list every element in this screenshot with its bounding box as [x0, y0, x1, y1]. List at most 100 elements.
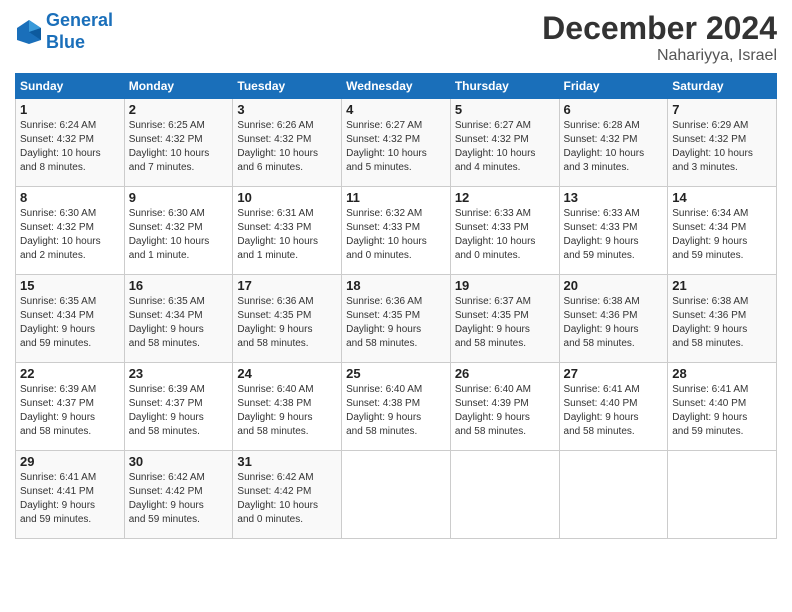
- day-number: 20: [564, 278, 664, 293]
- day-info: Sunrise: 6:27 AM Sunset: 4:32 PM Dayligh…: [455, 119, 555, 175]
- header-cell-thursday: Thursday: [450, 74, 559, 99]
- day-cell: 11 Sunrise: 6:32 AM Sunset: 4:33 PM Dayli…: [342, 187, 451, 275]
- day-cell: [559, 451, 668, 539]
- day-info: Sunrise: 6:26 AM Sunset: 4:32 PM Dayligh…: [237, 119, 337, 175]
- day-info: Sunrise: 6:37 AM Sunset: 4:35 PM Dayligh…: [455, 295, 555, 351]
- day-cell: 19Sunrise: 6:37 AM Sunset: 4:35 PM Dayli…: [450, 275, 559, 363]
- header-cell-monday: Monday: [124, 74, 233, 99]
- day-number: 6: [564, 102, 664, 117]
- day-info: Sunrise: 6:36 AM Sunset: 4:35 PM Dayligh…: [237, 295, 337, 351]
- day-info: Sunrise: 6:29 AM Sunset: 4:32 PM Dayligh…: [672, 119, 772, 175]
- day-info: Sunrise: 6:27 AM Sunset: 4:32 PM Dayligh…: [346, 119, 446, 175]
- day-info: Sunrise: 6:39 AM Sunset: 4:37 PM Dayligh…: [129, 383, 229, 439]
- day-cell: 23 Sunrise: 6:39 AM Sunset: 4:37 PM Dayli…: [124, 363, 233, 451]
- day-cell: 31 Sunrise: 6:42 AM Sunset: 4:42 PM Dayli…: [233, 451, 342, 539]
- day-cell: 17 Sunrise: 6:36 AM Sunset: 4:35 PM Dayli…: [233, 275, 342, 363]
- day-cell: 7 Sunrise: 6:29 AM Sunset: 4:32 PM Daylig…: [668, 99, 777, 187]
- day-cell: 12Sunrise: 6:33 AM Sunset: 4:33 PM Dayli…: [450, 187, 559, 275]
- header-cell-friday: Friday: [559, 74, 668, 99]
- day-number: 4: [346, 102, 446, 117]
- location: Nahariyya, Israel: [542, 47, 777, 65]
- day-cell: 6 Sunrise: 6:28 AM Sunset: 4:32 PM Daylig…: [559, 99, 668, 187]
- day-cell: 5Sunrise: 6:27 AM Sunset: 4:32 PM Daylig…: [450, 99, 559, 187]
- day-number: 31: [237, 454, 337, 469]
- day-info: Sunrise: 6:39 AM Sunset: 4:37 PM Dayligh…: [20, 383, 120, 439]
- day-info: Sunrise: 6:40 AM Sunset: 4:38 PM Dayligh…: [237, 383, 337, 439]
- day-number: 1: [20, 102, 120, 117]
- day-cell: 13Sunrise: 6:33 AM Sunset: 4:33 PM Dayli…: [559, 187, 668, 275]
- header-cell-wednesday: Wednesday: [342, 74, 451, 99]
- day-number: 7: [672, 102, 772, 117]
- day-number: 25: [346, 366, 446, 381]
- logo-line1: General: [46, 10, 113, 30]
- day-number: 26: [455, 366, 555, 381]
- day-number: 17: [237, 278, 337, 293]
- day-number: 8: [20, 190, 120, 205]
- day-info: Sunrise: 6:35 AM Sunset: 4:34 PM Dayligh…: [20, 295, 120, 351]
- day-number: 23: [129, 366, 229, 381]
- day-info: Sunrise: 6:41 AM Sunset: 4:40 PM Dayligh…: [564, 383, 664, 439]
- day-cell: 22Sunrise: 6:39 AM Sunset: 4:37 PM Dayli…: [16, 363, 125, 451]
- header-cell-saturday: Saturday: [668, 74, 777, 99]
- day-info: Sunrise: 6:38 AM Sunset: 4:36 PM Dayligh…: [672, 295, 772, 351]
- day-number: 27: [564, 366, 664, 381]
- day-cell: 9Sunrise: 6:30 AM Sunset: 4:32 PM Daylig…: [124, 187, 233, 275]
- month-title: December 2024: [542, 10, 777, 47]
- day-info: Sunrise: 6:38 AM Sunset: 4:36 PM Dayligh…: [564, 295, 664, 351]
- day-number: 12: [455, 190, 555, 205]
- day-number: 3: [237, 102, 337, 117]
- day-info: Sunrise: 6:41 AM Sunset: 4:40 PM Dayligh…: [672, 383, 772, 439]
- header-cell-sunday: Sunday: [16, 74, 125, 99]
- calendar-header: SundayMondayTuesdayWednesdayThursdayFrid…: [16, 74, 777, 99]
- logo-icon: [15, 18, 43, 46]
- day-info: Sunrise: 6:28 AM Sunset: 4:32 PM Dayligh…: [564, 119, 664, 175]
- day-cell: 14 Sunrise: 6:34 AM Sunset: 4:34 PM Dayli…: [668, 187, 777, 275]
- day-cell: 28 Sunrise: 6:41 AM Sunset: 4:40 PM Dayli…: [668, 363, 777, 451]
- header-cell-tuesday: Tuesday: [233, 74, 342, 99]
- day-cell: 15 Sunrise: 6:35 AM Sunset: 4:34 PM Dayli…: [16, 275, 125, 363]
- day-number: 30: [129, 454, 229, 469]
- logo: General Blue: [15, 10, 113, 53]
- day-number: 28: [672, 366, 772, 381]
- day-number: 14: [672, 190, 772, 205]
- day-cell: 27 Sunrise: 6:41 AM Sunset: 4:40 PM Dayli…: [559, 363, 668, 451]
- logo-line2: Blue: [46, 32, 85, 52]
- day-number: 29: [20, 454, 120, 469]
- logo-text: General Blue: [46, 10, 113, 53]
- day-cell: 30 Sunrise: 6:42 AM Sunset: 4:42 PM Dayli…: [124, 451, 233, 539]
- day-cell: 2Sunrise: 6:25 AM Sunset: 4:32 PM Daylig…: [124, 99, 233, 187]
- day-cell: 4 Sunrise: 6:27 AM Sunset: 4:32 PM Daylig…: [342, 99, 451, 187]
- day-info: Sunrise: 6:36 AM Sunset: 4:35 PM Dayligh…: [346, 295, 446, 351]
- title-area: December 2024 Nahariyya, Israel: [542, 10, 777, 65]
- day-info: Sunrise: 6:30 AM Sunset: 4:32 PM Dayligh…: [129, 207, 229, 263]
- day-cell: 21 Sunrise: 6:38 AM Sunset: 4:36 PM Dayli…: [668, 275, 777, 363]
- day-info: Sunrise: 6:32 AM Sunset: 4:33 PM Dayligh…: [346, 207, 446, 263]
- day-info: Sunrise: 6:42 AM Sunset: 4:42 PM Dayligh…: [129, 471, 229, 527]
- day-number: 11: [346, 190, 446, 205]
- day-cell: [342, 451, 451, 539]
- day-info: Sunrise: 6:40 AM Sunset: 4:39 PM Dayligh…: [455, 383, 555, 439]
- day-cell: 26 Sunrise: 6:40 AM Sunset: 4:39 PM Dayli…: [450, 363, 559, 451]
- day-info: Sunrise: 6:31 AM Sunset: 4:33 PM Dayligh…: [237, 207, 337, 263]
- week-row-1: 1Sunrise: 6:24 AM Sunset: 4:32 PM Daylig…: [16, 99, 777, 187]
- calendar-table: SundayMondayTuesdayWednesdayThursdayFrid…: [15, 73, 777, 539]
- day-cell: 20 Sunrise: 6:38 AM Sunset: 4:36 PM Dayli…: [559, 275, 668, 363]
- week-row-4: 22Sunrise: 6:39 AM Sunset: 4:37 PM Dayli…: [16, 363, 777, 451]
- day-info: Sunrise: 6:42 AM Sunset: 4:42 PM Dayligh…: [237, 471, 337, 527]
- day-cell: 8 Sunrise: 6:30 AM Sunset: 4:32 PM Daylig…: [16, 187, 125, 275]
- day-cell: 1Sunrise: 6:24 AM Sunset: 4:32 PM Daylig…: [16, 99, 125, 187]
- header: General Blue December 2024 Nahariyya, Is…: [15, 10, 777, 65]
- day-cell: 18Sunrise: 6:36 AM Sunset: 4:35 PM Dayli…: [342, 275, 451, 363]
- day-cell: [668, 451, 777, 539]
- day-cell: [450, 451, 559, 539]
- main-container: General Blue December 2024 Nahariyya, Is…: [0, 0, 792, 549]
- day-info: Sunrise: 6:30 AM Sunset: 4:32 PM Dayligh…: [20, 207, 120, 263]
- day-number: 21: [672, 278, 772, 293]
- day-cell: 24 Sunrise: 6:40 AM Sunset: 4:38 PM Dayli…: [233, 363, 342, 451]
- day-cell: 10Sunrise: 6:31 AM Sunset: 4:33 PM Dayli…: [233, 187, 342, 275]
- day-number: 15: [20, 278, 120, 293]
- calendar-body: 1Sunrise: 6:24 AM Sunset: 4:32 PM Daylig…: [16, 99, 777, 539]
- day-number: 24: [237, 366, 337, 381]
- day-info: Sunrise: 6:34 AM Sunset: 4:34 PM Dayligh…: [672, 207, 772, 263]
- header-row: SundayMondayTuesdayWednesdayThursdayFrid…: [16, 74, 777, 99]
